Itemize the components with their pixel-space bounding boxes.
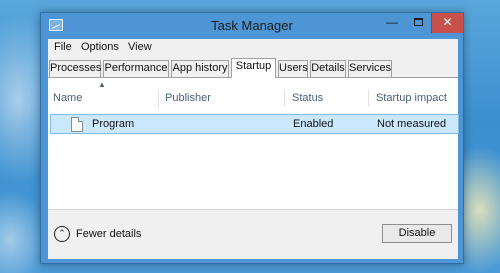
document-icon [71,117,83,132]
menu-file[interactable]: File [54,41,72,53]
tab-services[interactable]: Services [348,60,392,77]
tab-strip: Processes Performance App history Startu… [48,58,458,78]
table-row[interactable]: Program Enabled Not measured [50,114,459,134]
tab-app-history[interactable]: App history [171,60,229,77]
row-startup-impact: Not measured [377,118,447,130]
title-bar[interactable]: Task Manager — ✕ [41,13,463,39]
disable-button[interactable]: Disable [382,224,452,243]
maximize-button[interactable] [405,13,431,33]
footer-bar: ⌃ Fewer details Disable [48,209,458,259]
menu-view[interactable]: View [128,41,152,53]
column-header-startup-impact[interactable]: Startup impact [376,92,447,104]
close-icon: ✕ [442,15,453,29]
maximize-icon [413,18,423,26]
column-header-publisher[interactable]: Publisher [165,92,211,104]
tab-details[interactable]: Details [310,60,346,77]
close-button[interactable]: ✕ [431,13,463,33]
sort-ascending-icon: ▲ [98,80,106,89]
column-divider[interactable] [158,90,159,107]
row-name: Program [92,118,135,130]
column-divider[interactable] [284,90,285,107]
tab-startup[interactable]: Startup [231,58,276,78]
tab-processes[interactable]: Processes [49,60,101,77]
column-header-name[interactable]: Name [53,92,82,104]
row-status: Enabled [293,118,334,130]
window-content: File Options View Processes Performance … [48,39,459,259]
menu-options[interactable]: Options [81,41,119,53]
fewer-details-link[interactable]: Fewer details [76,228,141,240]
chevron-up-icon[interactable]: ⌃ [54,226,70,242]
tab-users[interactable]: Users [278,60,308,77]
menu-bar: File Options View [48,39,458,57]
column-header-status[interactable]: Status [292,92,323,104]
startup-list: ▲ Name Publisher Status Startup impact P… [48,77,459,209]
minimize-icon: — [386,15,398,29]
minimize-button[interactable]: — [379,13,405,33]
column-divider[interactable] [368,90,369,107]
task-manager-window: Task Manager — ✕ File Options View Proce… [40,12,464,264]
tab-performance[interactable]: Performance [103,60,169,77]
